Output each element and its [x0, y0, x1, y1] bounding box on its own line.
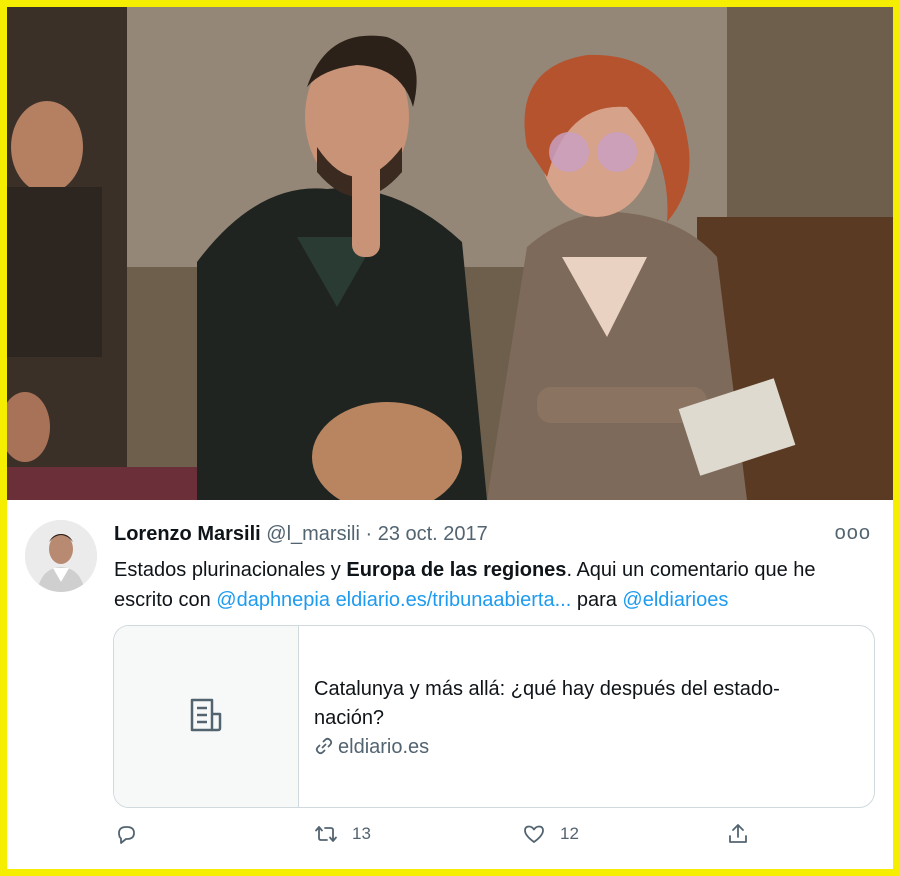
link-card[interactable]: Catalunya y más allá: ¿qué hay después d… [113, 625, 875, 808]
text-part: para [571, 589, 623, 611]
card-domain-text: eldiario.es [338, 736, 430, 758]
text-part: Estados plurinacionales y [114, 559, 347, 581]
mention-eldiarioes[interactable]: @eldiarioes [622, 589, 728, 611]
card-thumbnail [114, 626, 299, 807]
like-button[interactable]: 12 [522, 822, 579, 846]
share-icon [729, 824, 747, 843]
tweet-header: Lorenzo Marsili @l_marsili · 23 oct. 201… [114, 523, 488, 546]
share-button[interactable] [726, 822, 764, 846]
tweet-photo[interactable] [7, 7, 893, 500]
tweet-url-link[interactable]: eldiario.es/tribunaabierta... [336, 589, 572, 611]
author-name[interactable]: Lorenzo Marsili [114, 523, 261, 545]
document-icon [190, 698, 222, 732]
card-title: Catalunya y más allá: ¿qué hay después d… [314, 678, 780, 729]
reply-button[interactable] [114, 822, 152, 846]
heart-icon [524, 825, 544, 843]
author-handle[interactable]: @l_marsili [266, 523, 360, 545]
avatar[interactable] [25, 520, 97, 592]
retweet-icon [315, 826, 337, 842]
link-icon [315, 737, 333, 755]
retweet-count: 13 [352, 824, 371, 843]
bold-text: Europa de las regiones [346, 559, 567, 581]
mention-daphnepia[interactable]: @daphnepia [216, 589, 330, 611]
like-count: 12 [560, 824, 579, 843]
separator-dot: · [365, 523, 378, 545]
tweet-date[interactable]: 23 oct. 2017 [378, 523, 488, 545]
card-domain: eldiario.es [314, 736, 429, 759]
tweet-text: Estados plurinacionales y Europa de las … [114, 555, 874, 615]
tweet-actions: 13 12 [114, 822, 754, 852]
retweet-button[interactable]: 13 [314, 822, 371, 846]
reply-icon [118, 826, 135, 844]
more-options-icon[interactable]: ooo [835, 522, 871, 545]
tweet: Lorenzo Marsili @l_marsili · 23 oct. 201… [7, 500, 893, 869]
